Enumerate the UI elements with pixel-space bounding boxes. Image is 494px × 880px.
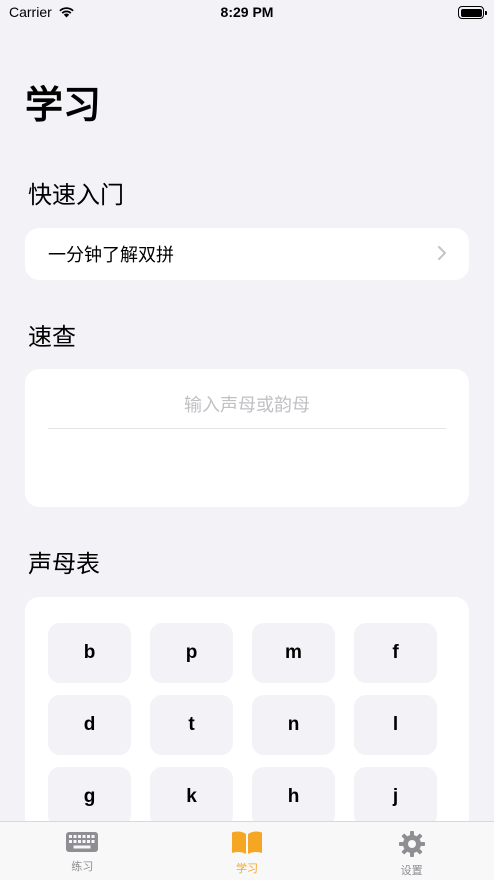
keyboard-icon — [66, 832, 99, 852]
tab-learn-label: 学习 — [236, 862, 258, 875]
tab-practice-label: 练习 — [71, 860, 94, 873]
initial-key-m[interactable]: m — [252, 623, 335, 683]
initial-key-t[interactable]: t — [150, 695, 233, 755]
tab-settings[interactable]: 设置 — [329, 822, 494, 880]
book-icon — [232, 831, 262, 854]
initial-key-f[interactable]: f — [354, 623, 437, 683]
initial-key-l[interactable]: l — [354, 695, 437, 755]
tab-settings-label: 设置 — [400, 864, 423, 877]
initial-key-n[interactable]: n — [252, 695, 335, 755]
tab-practice[interactable]: 练习 — [0, 822, 165, 880]
initial-key-d[interactable]: d — [48, 695, 131, 755]
quick-start-item[interactable]: 一分钟了解双拼 — [25, 228, 469, 280]
initials-grid: b p m f d t n l g k h j — [48, 623, 437, 827]
quick-start-item-label: 一分钟了解双拼 — [48, 245, 174, 266]
initial-key-j[interactable]: j — [354, 767, 437, 827]
initial-key-g[interactable]: g — [48, 767, 131, 827]
initial-key-b[interactable]: b — [48, 623, 131, 683]
lookup-heading: 速查 — [28, 323, 76, 351]
tab-bar: 练习 学习 设置 — [0, 821, 494, 880]
quick-start-heading: 快速入门 — [28, 181, 124, 209]
tab-learn[interactable]: 学习 — [165, 822, 330, 880]
initial-key-p[interactable]: p — [150, 623, 233, 683]
chevron-right-icon — [437, 242, 447, 266]
page-title: 学习 — [25, 83, 102, 127]
status-time: 8:29 PM — [220, 4, 274, 20]
lookup-input[interactable] — [48, 383, 446, 429]
lookup-card — [25, 369, 469, 507]
initial-key-h[interactable]: h — [252, 767, 335, 827]
initials-heading: 声母表 — [28, 550, 100, 578]
battery-icon — [458, 6, 487, 19]
initial-key-k[interactable]: k — [150, 767, 233, 827]
status-bar: Carrier 8:29 PM — [0, 0, 494, 26]
gear-icon — [398, 831, 425, 857]
